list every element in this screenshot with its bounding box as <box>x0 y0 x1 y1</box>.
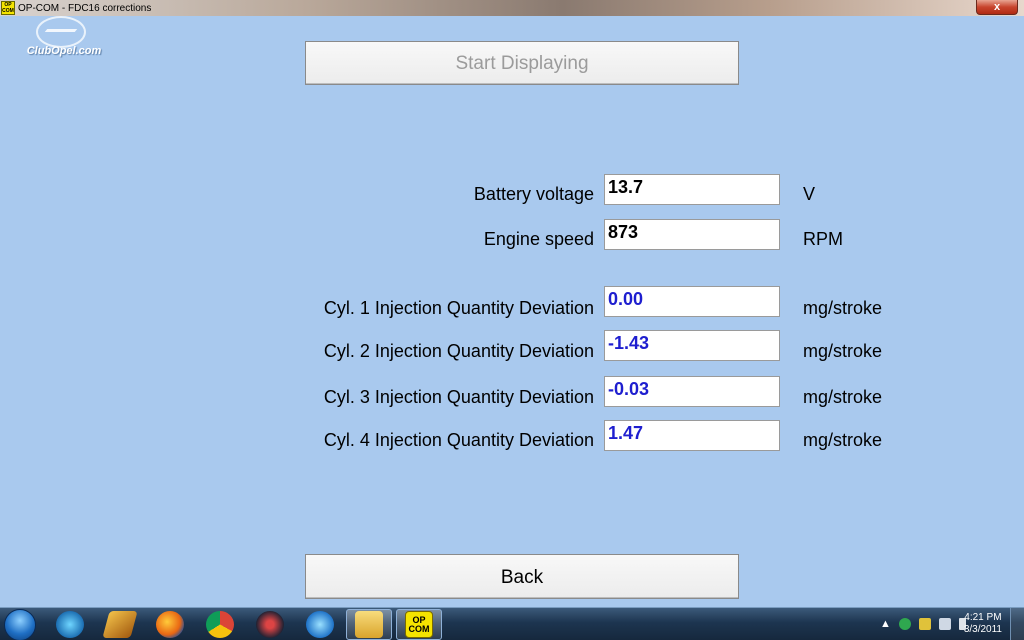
engine-speed-label: Engine speed <box>483 229 594 249</box>
clock-time: 4:21 PM <box>964 612 1002 623</box>
taskbar-clock[interactable]: 4:21 PM 3/3/2011 <box>964 612 1002 636</box>
window-title: OP-COM - FDC16 corrections <box>18 2 152 14</box>
network-tool-icon[interactable] <box>256 611 284 638</box>
cyl1-deviation-unit: mg/stroke <box>803 298 883 318</box>
folder-icon <box>355 611 383 638</box>
close-button[interactable]: x <box>976 0 1018 15</box>
battery-voltage-unit: V <box>803 184 816 204</box>
start-displaying-button[interactable]: Start Displaying <box>305 41 739 85</box>
opel-ring-icon <box>36 16 86 48</box>
battery-voltage-value: 13.7 <box>604 174 780 205</box>
opcom-taskbar-icon: OP COM <box>405 611 433 638</box>
cyl1-deviation-value: 0.00 <box>604 286 780 317</box>
engine-speed-value: 873 <box>604 219 780 250</box>
logo-text: ClubOpel.com <box>26 45 102 57</box>
chrome-icon[interactable] <box>206 611 234 638</box>
cyl3-deviation-value: -0.03 <box>604 376 780 407</box>
cyl3-deviation-unit: mg/stroke <box>803 387 883 407</box>
clock-date: 3/3/2011 <box>963 624 1002 635</box>
action-center-icon[interactable] <box>918 618 931 630</box>
title-bar: OP COM OP-COM - FDC16 corrections x <box>0 0 1024 16</box>
media-player-icon[interactable] <box>56 611 84 638</box>
clubopel-logo: ClubOpel.com <box>14 14 114 64</box>
firefox-icon[interactable] <box>156 611 184 638</box>
back-button[interactable]: Back <box>305 554 739 599</box>
winamp-icon[interactable] <box>102 611 138 638</box>
cyl4-deviation-value: 1.47 <box>604 420 780 451</box>
cyl4-deviation-unit: mg/stroke <box>803 430 883 450</box>
cyl2-deviation-value: -1.43 <box>604 330 780 361</box>
opel-bolt-icon <box>44 29 78 32</box>
cyl2-deviation-label: Cyl. 2 Injection Quantity Deviation <box>323 341 594 361</box>
utorrent-tray-icon[interactable] <box>898 618 911 630</box>
tray-expand-icon[interactable]: ▲ <box>880 618 891 630</box>
battery-voltage-label: Battery voltage <box>473 184 594 204</box>
itunes-icon[interactable] <box>306 611 334 638</box>
cyl3-deviation-label: Cyl. 3 Injection Quantity Deviation <box>323 387 594 407</box>
show-desktop-button[interactable] <box>1010 608 1024 640</box>
opcom-app-icon: OP COM <box>1 1 15 15</box>
system-tray: ▲ <box>880 618 966 630</box>
windows-start-icon[interactable] <box>4 609 36 640</box>
cyl1-deviation-label: Cyl. 1 Injection Quantity Deviation <box>323 298 594 318</box>
taskbar: OP COM ▲ 4:21 PM 3/3/2011 <box>0 607 1024 640</box>
network-tray-icon[interactable] <box>938 618 951 630</box>
cyl4-deviation-label: Cyl. 4 Injection Quantity Deviation <box>323 430 594 450</box>
engine-speed-unit: RPM <box>803 229 843 249</box>
cyl2-deviation-unit: mg/stroke <box>803 341 883 361</box>
